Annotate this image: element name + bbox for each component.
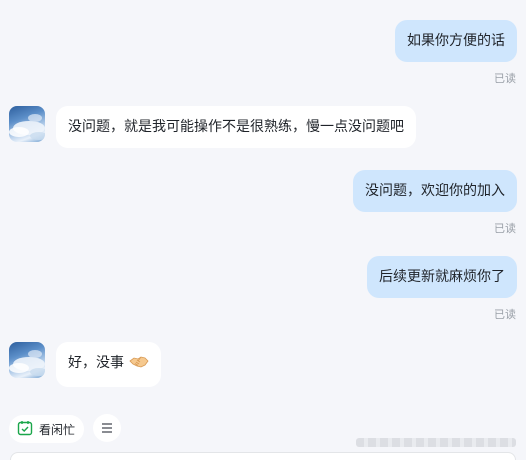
more-options-button[interactable]	[93, 414, 121, 442]
read-status: 已读	[494, 72, 516, 85]
chat-message-list[interactable]: 如果你方便的话 已读 没问题，就是我可能操作不是很熟练，慢一点没问题吧 没问题，…	[0, 0, 526, 410]
message-text: 没问题，就是我可能操作不是很熟练，慢一点没问题吧	[68, 119, 404, 135]
avatar[interactable]	[9, 342, 45, 378]
message-text: 没问题，欢迎你的加入	[365, 183, 505, 199]
avatar[interactable]	[9, 106, 45, 142]
availability-button[interactable]: 看闲忙	[9, 415, 85, 443]
outgoing-message-bubble[interactable]: 没问题，欢迎你的加入	[353, 170, 517, 212]
read-status: 已读	[494, 308, 516, 321]
outgoing-message-bubble[interactable]: 后续更新就麻烦你了	[367, 256, 517, 298]
availability-label: 看闲忙	[39, 422, 76, 437]
read-status: 已读	[494, 222, 516, 235]
blurred-text-strip	[356, 438, 516, 447]
handshake-emoji-icon	[129, 354, 149, 376]
calendar-check-icon	[17, 420, 33, 439]
incoming-message-bubble[interactable]: 好，没事	[56, 342, 162, 387]
outgoing-message-bubble[interactable]: 如果你方便的话	[395, 20, 517, 62]
message-text: 如果你方便的话	[407, 33, 505, 49]
message-input[interactable]	[10, 452, 516, 460]
incoming-message-bubble[interactable]: 没问题，就是我可能操作不是很熟练，慢一点没问题吧	[56, 106, 416, 148]
menu-lines-icon	[100, 419, 114, 438]
message-text: 后续更新就麻烦你了	[379, 269, 505, 285]
message-text: 好，没事	[68, 355, 124, 371]
